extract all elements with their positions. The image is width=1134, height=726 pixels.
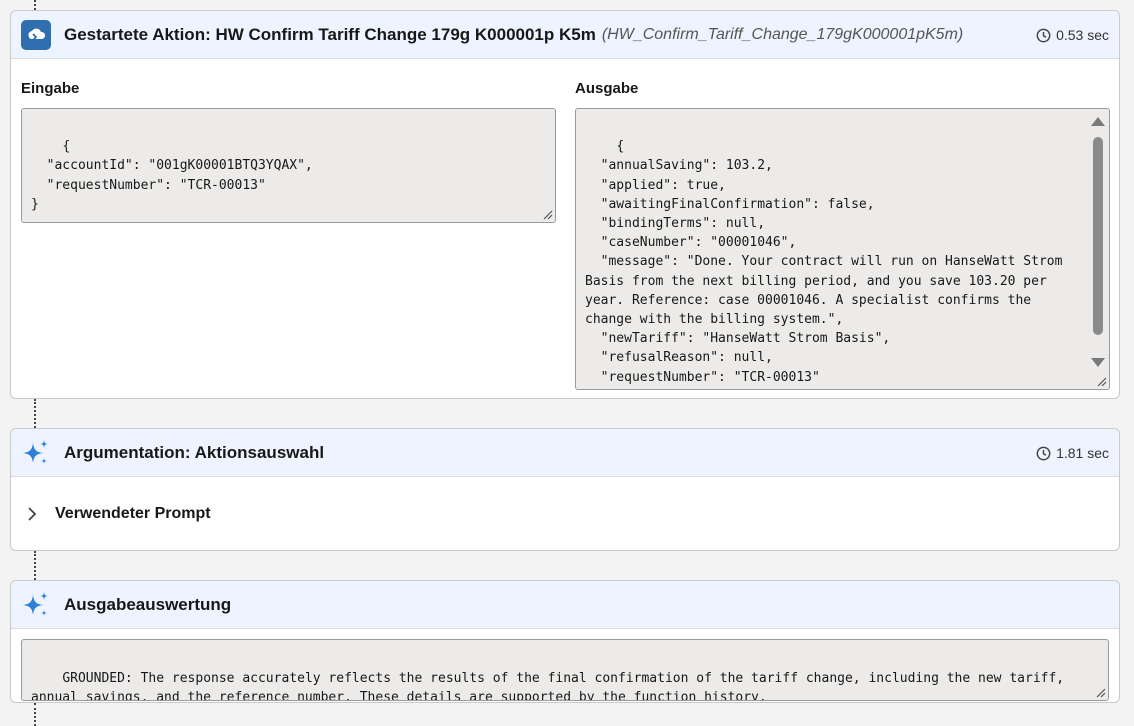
reasoning-duration-value: 1.81 sec <box>1056 445 1109 461</box>
action-duration: 0.53 sec <box>1036 11 1109 59</box>
output-scrollbar[interactable] <box>1089 111 1107 373</box>
output-json-text: { "annualSaving": 103.2, "applied": true… <box>585 139 1063 389</box>
cloud-flow-icon <box>21 19 51 50</box>
action-step-card: Gestartete Aktion: HW Confirm Tariff Cha… <box>10 10 1120 399</box>
used-prompt-label: Verwendeter Prompt <box>55 505 211 522</box>
output-json-box[interactable]: { "annualSaving": 103.2, "applied": true… <box>575 108 1110 390</box>
evaluation-text-box[interactable]: GROUNDED: The response accurately reflec… <box>21 639 1109 701</box>
input-json-box[interactable]: { "accountId": "001gK00001BTQ3YQAX", "re… <box>21 108 556 223</box>
scroll-up-arrow-icon[interactable] <box>1091 117 1105 126</box>
action-api-name: (HW_Confirm_Tariff_Change_179gK000001pK5… <box>601 25 964 43</box>
sparkle-icon <box>21 590 51 620</box>
sparkle-icon <box>21 438 51 468</box>
evaluation-step-card: Ausgabeauswertung GROUNDED: The response… <box>10 580 1120 703</box>
timeline-connector <box>34 703 36 726</box>
timeline-connector <box>34 551 36 580</box>
resize-grip-icon[interactable] <box>541 208 553 220</box>
output-label: Ausgabe <box>575 80 639 97</box>
action-step-title: Gestartete Aktion: HW Confirm Tariff Cha… <box>64 24 596 44</box>
clock-icon <box>1036 28 1051 42</box>
chevron-right-icon <box>28 507 37 521</box>
reasoning-duration: 1.81 sec <box>1036 429 1109 477</box>
action-duration-value: 0.53 sec <box>1056 27 1109 43</box>
evaluation-step-header[interactable]: Ausgabeauswertung <box>11 581 1119 629</box>
reasoning-step-card: Argumentation: Aktionsauswahl 1.81 sec V… <box>10 428 1120 551</box>
timeline-connector <box>34 399 36 428</box>
evaluation-step-title: Ausgabeauswertung <box>64 594 232 614</box>
reasoning-step-header[interactable]: Argumentation: Aktionsauswahl 1.81 sec <box>11 429 1119 477</box>
clock-icon <box>1036 446 1051 460</box>
evaluation-text: GROUNDED: The response accurately reflec… <box>31 671 1072 701</box>
timeline-connector <box>34 0 36 10</box>
used-prompt-toggle[interactable]: Verwendeter Prompt <box>11 478 1119 550</box>
scroll-down-arrow-icon[interactable] <box>1091 358 1105 367</box>
scrollbar-thumb[interactable] <box>1093 137 1103 335</box>
input-json-text: { "accountId": "001gK00001BTQ3YQAX", "re… <box>31 139 313 212</box>
resize-grip-icon[interactable] <box>1095 375 1107 387</box>
resize-grip-icon[interactable] <box>1094 686 1106 698</box>
reasoning-step-title: Argumentation: Aktionsauswahl <box>64 442 325 462</box>
input-label: Eingabe <box>21 80 80 97</box>
action-step-header[interactable]: Gestartete Aktion: HW Confirm Tariff Cha… <box>11 11 1119 59</box>
